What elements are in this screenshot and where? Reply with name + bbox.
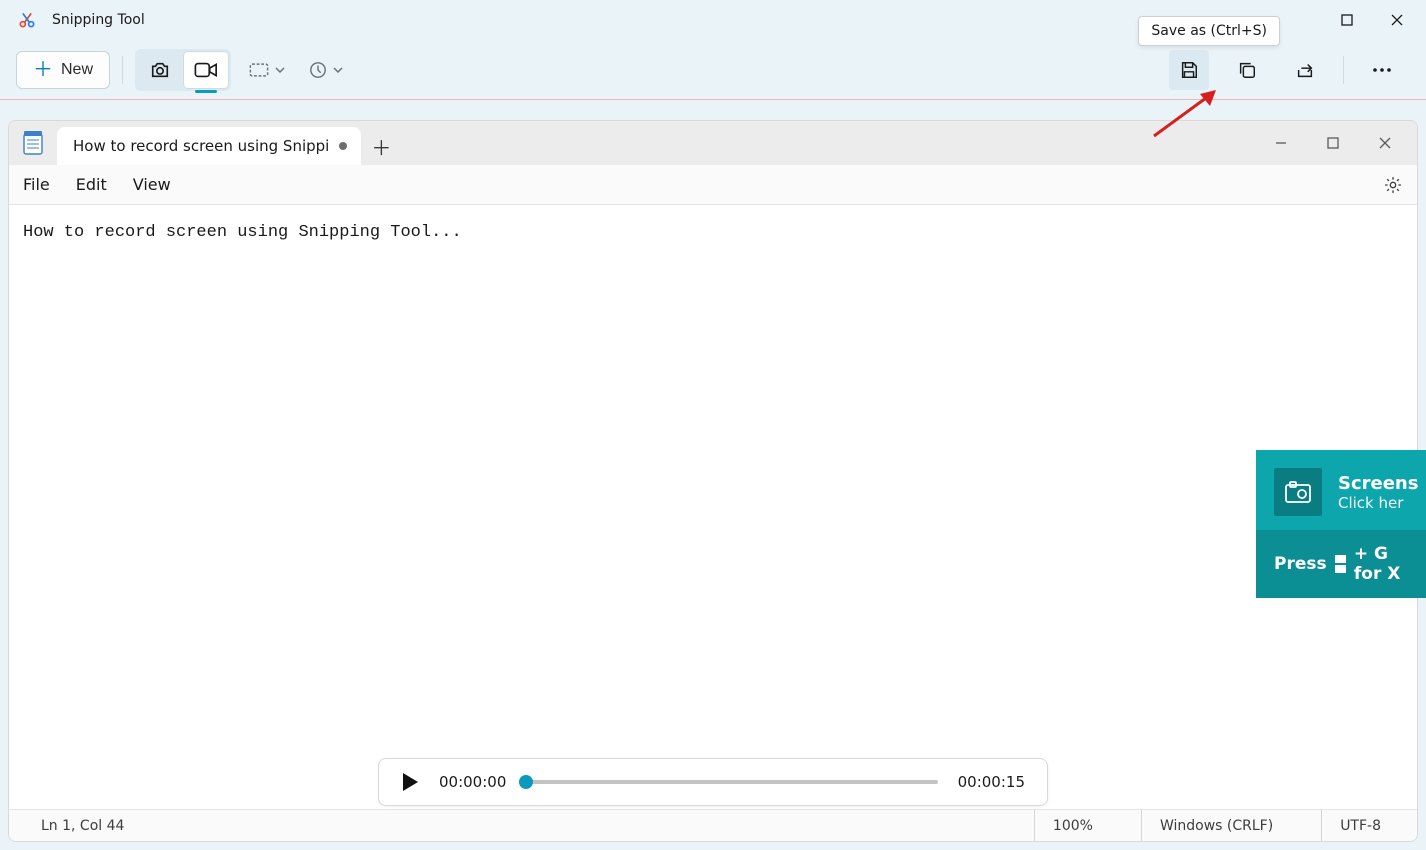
- chevron-down-icon: [275, 67, 285, 73]
- notepad-settings-button[interactable]: [1383, 175, 1403, 195]
- new-button-label: New: [61, 61, 93, 79]
- menu-edit[interactable]: Edit: [76, 175, 107, 194]
- snipping-toolbar: ＋ New: [0, 40, 1426, 100]
- notepad-window: How to record screen using Snippi ＋ File…: [8, 120, 1418, 842]
- maximize-button[interactable]: [1322, 0, 1372, 40]
- screenshot-icon: [1274, 468, 1322, 516]
- snip-shape-dropdown[interactable]: [243, 56, 291, 84]
- status-encoding[interactable]: UTF-8: [1321, 810, 1399, 841]
- window-controls: [1322, 0, 1422, 40]
- window-title: Snipping Tool: [52, 12, 145, 28]
- notepad-tab-title: How to record screen using Snippi: [73, 137, 329, 155]
- notepad-minimize-button[interactable]: [1255, 125, 1307, 161]
- plus-icon: ＋: [33, 60, 53, 80]
- menu-view[interactable]: View: [133, 175, 171, 194]
- toast-hint: Press + G for X: [1256, 530, 1426, 598]
- screenshot-mode-button[interactable]: [137, 51, 183, 89]
- snipping-tool-icon: [16, 9, 38, 31]
- notepad-icon: [9, 121, 57, 165]
- record-mode-button[interactable]: [183, 51, 229, 89]
- notepad-tab[interactable]: How to record screen using Snippi: [57, 127, 361, 165]
- notepad-maximize-button[interactable]: [1307, 125, 1359, 161]
- divider: [1343, 56, 1344, 84]
- notepad-editor[interactable]: How to record screen using Snipping Tool…: [9, 205, 1417, 809]
- playback-total-time: 00:00:15: [958, 773, 1025, 791]
- play-button[interactable]: [401, 772, 419, 792]
- divider: [122, 56, 123, 84]
- status-cursor-position: Ln 1, Col 44: [27, 818, 138, 834]
- windows-key-icon: [1335, 555, 1346, 573]
- new-button[interactable]: ＋ New: [16, 51, 110, 89]
- unsaved-dot-icon: [339, 142, 347, 150]
- notepad-statusbar: Ln 1, Col 44 100% Windows (CRLF) UTF-8: [9, 809, 1417, 841]
- playback-thumb[interactable]: [519, 775, 533, 789]
- playback-seek-track[interactable]: [526, 780, 937, 784]
- more-button[interactable]: [1362, 50, 1402, 90]
- status-line-ending[interactable]: Windows (CRLF): [1141, 810, 1291, 841]
- toast-subtitle: Click her: [1338, 494, 1418, 512]
- gear-icon: [1383, 175, 1403, 195]
- chevron-down-icon: [333, 67, 343, 73]
- snipping-tool-window: Snipping Tool Save as (Ctrl+S) ＋ New: [0, 0, 1426, 850]
- save-as-tooltip: Save as (Ctrl+S): [1138, 16, 1280, 46]
- status-zoom[interactable]: 100%: [1034, 810, 1111, 841]
- copy-button[interactable]: [1227, 50, 1267, 90]
- notepad-new-tab-button[interactable]: ＋: [361, 127, 401, 165]
- toast-title: Screens: [1338, 473, 1418, 494]
- share-button[interactable]: [1285, 50, 1325, 90]
- notepad-menubar: File Edit View: [9, 165, 1417, 205]
- delay-dropdown[interactable]: [303, 55, 349, 85]
- close-button[interactable]: [1372, 0, 1422, 40]
- notepad-tabbar: How to record screen using Snippi ＋: [9, 121, 1417, 165]
- video-playback-bar: 00:00:00 00:00:15: [378, 758, 1048, 806]
- playback-current-time: 00:00:00: [439, 773, 506, 791]
- notepad-close-button[interactable]: [1359, 125, 1411, 161]
- menu-file[interactable]: File: [23, 175, 50, 194]
- xbox-gamebar-toast[interactable]: Screens Click her Press + G for X: [1256, 450, 1426, 598]
- capture-mode-toggle: [135, 49, 231, 91]
- notepad-window-controls: [1255, 125, 1411, 161]
- save-button[interactable]: [1169, 50, 1209, 90]
